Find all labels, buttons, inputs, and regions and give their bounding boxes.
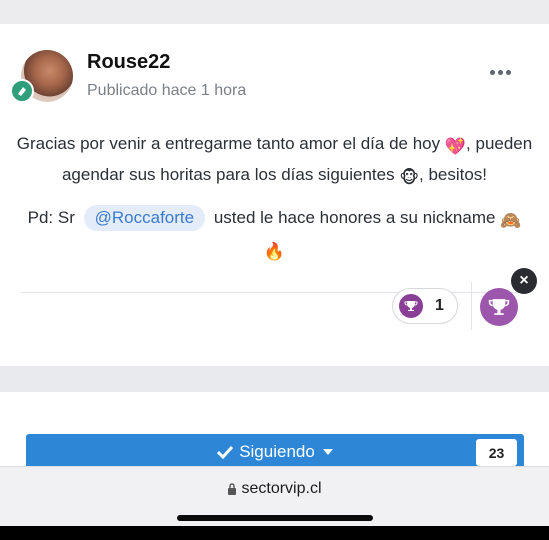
chevron-down-icon	[322, 449, 333, 455]
monkey-emoji-icon: 🐵	[399, 168, 419, 187]
url-display[interactable]: sectorvip.cl	[0, 480, 549, 498]
post-paragraph: Pd: Sr @Roccaforte usted le hace honores…	[14, 204, 535, 266]
following-label: Siguiendo	[239, 442, 315, 461]
divider	[471, 282, 472, 330]
post-body: Gracias por venir a entregarme tanto amo…	[14, 130, 535, 266]
trophy-react-button[interactable]	[480, 288, 518, 326]
post-text: usted le hace honores a su nickname	[213, 208, 496, 227]
user-mention-link[interactable]: @Roccaforte	[83, 205, 206, 231]
reaction-count-button[interactable]: 1	[392, 288, 458, 324]
post-text: Pd: Sr	[27, 208, 75, 227]
top-background	[0, 0, 549, 24]
close-icon[interactable]: ×	[511, 268, 537, 294]
heart-emoji-icon: 💖	[444, 137, 467, 156]
reaction-count: 1	[435, 297, 444, 314]
following-button[interactable]: Siguiendo	[26, 434, 524, 470]
home-indicator[interactable]	[177, 515, 373, 521]
post-timestamp: Publicado hace 1 hora	[87, 82, 247, 99]
post-text: , besitos!	[419, 165, 488, 184]
post-text: Gracias por venir a entregarme tanto amo…	[16, 134, 441, 153]
url-text: sectorvip.cl	[241, 480, 322, 497]
check-icon	[217, 445, 234, 459]
bottom-bar	[0, 526, 549, 540]
fire-emoji-icon: 🔥	[263, 242, 286, 261]
post-card: Rouse22 Publicado hace 1 hora Gracias po…	[0, 24, 549, 366]
follower-count-badge: 23	[476, 439, 517, 466]
trophy-icon	[399, 294, 423, 318]
post-paragraph: Gracias por venir a entregarme tanto amo…	[14, 130, 535, 192]
author-name[interactable]: Rouse22	[87, 51, 170, 74]
more-options-icon[interactable]	[490, 70, 514, 78]
see-no-evil-emoji-icon: 🙈	[500, 211, 522, 230]
lock-icon	[228, 483, 237, 495]
verified-badge-icon	[10, 79, 34, 103]
